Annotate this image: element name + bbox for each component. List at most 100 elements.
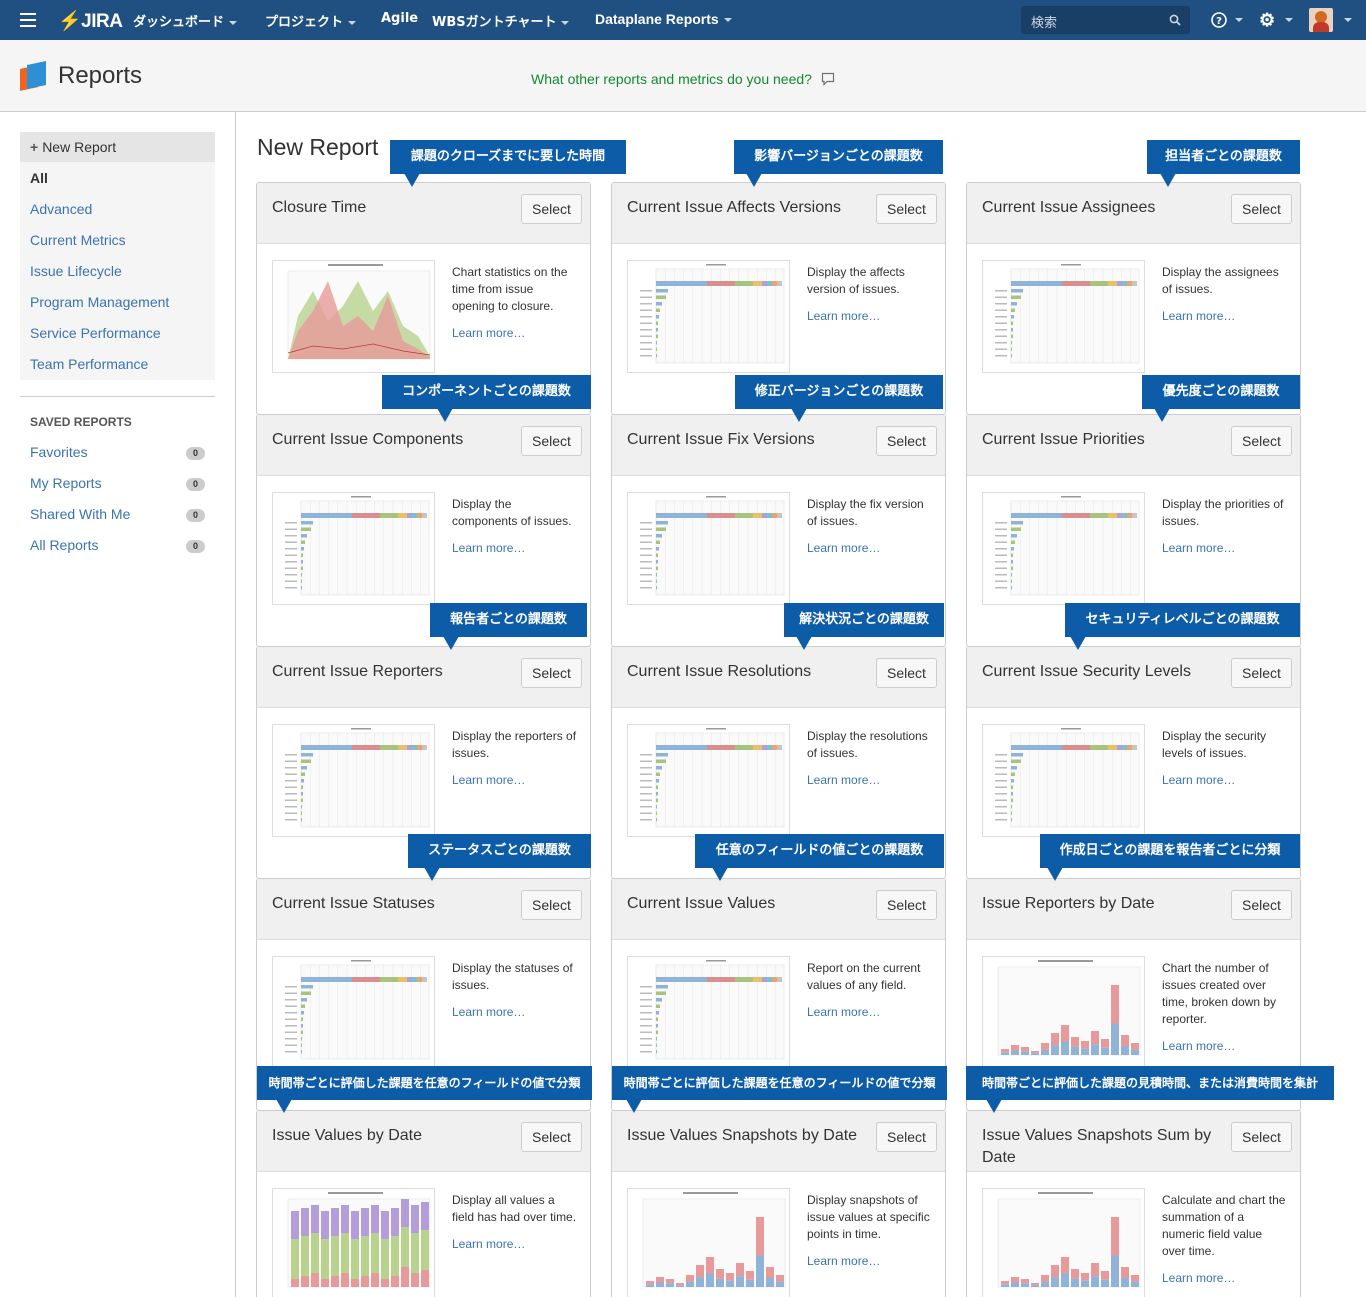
learn-more-link[interactable]: Learn more… bbox=[807, 540, 933, 557]
thumbnail-bar bbox=[1031, 1053, 1039, 1055]
select-button[interactable]: Select bbox=[1231, 890, 1292, 920]
jira-logo[interactable]: ⚡JIRA bbox=[58, 9, 123, 33]
sidebar-item-favorites[interactable]: Favorites bbox=[30, 444, 88, 460]
sidebar-item-issue-lifecycle[interactable]: Issue Lifecycle bbox=[30, 263, 122, 279]
thumbnail-tick-label bbox=[285, 561, 297, 563]
thumbnail-bar bbox=[1011, 759, 1021, 763]
thumbnail-bar-segment bbox=[412, 977, 417, 982]
select-button[interactable]: Select bbox=[521, 658, 582, 688]
sidebar-item-program-management[interactable]: Program Management bbox=[30, 294, 169, 310]
chevron-down-icon bbox=[723, 18, 732, 23]
select-button[interactable]: Select bbox=[876, 426, 937, 456]
select-button[interactable]: Select bbox=[521, 194, 582, 224]
select-button[interactable]: Select bbox=[521, 426, 582, 456]
nav-dataplane-reports[interactable]: Dataplane Reports bbox=[595, 11, 732, 27]
thumbnail-bar bbox=[646, 1284, 654, 1287]
thumbnail-tick-label bbox=[640, 535, 652, 537]
learn-more-link[interactable]: Learn more… bbox=[1162, 308, 1288, 325]
thumbnail-tick-label bbox=[640, 760, 652, 762]
select-button[interactable]: Select bbox=[876, 890, 937, 920]
nav-projects[interactable]: プロジェクト bbox=[265, 11, 357, 30]
learn-more-link[interactable]: Learn more… bbox=[1162, 540, 1288, 557]
annotation-callout: 修正バージョンごとの課題数 bbox=[735, 375, 943, 422]
thumbnail-tick-label bbox=[995, 348, 1007, 350]
thumbnail-bar bbox=[656, 1024, 658, 1028]
thumbnail-bar bbox=[1081, 1041, 1089, 1049]
sidebar-item-my-reports[interactable]: My Reports bbox=[30, 475, 102, 491]
select-button[interactable]: Select bbox=[1231, 1122, 1292, 1152]
learn-more-link[interactable]: Learn more… bbox=[452, 1004, 578, 1021]
thumbnail-chart bbox=[273, 1189, 434, 1297]
thumbnail-bar-segment bbox=[767, 513, 772, 518]
thumbnail-tick-label bbox=[285, 1044, 297, 1046]
learn-more-link[interactable]: Learn more… bbox=[807, 1253, 933, 1270]
report-thumbnail bbox=[982, 724, 1145, 837]
select-button[interactable]: Select bbox=[1231, 658, 1292, 688]
thumbnail-tick-label bbox=[640, 580, 652, 582]
thumbnail-bar-segment bbox=[656, 513, 673, 518]
new-report-item[interactable]: + New Report bbox=[20, 132, 215, 162]
sidebar-item-service-performance[interactable]: Service Performance bbox=[30, 325, 161, 341]
select-button[interactable]: Select bbox=[876, 658, 937, 688]
description-text: Display all values a field has had over … bbox=[452, 1193, 577, 1224]
thumbnail-bar-segment bbox=[318, 513, 335, 518]
thumbnail-bar bbox=[301, 553, 303, 557]
sidebar-item-all[interactable]: All bbox=[30, 170, 48, 186]
thumbnail-bar bbox=[656, 985, 668, 989]
learn-more-link[interactable]: Learn more… bbox=[1162, 1270, 1288, 1287]
nav-agile[interactable]: Agile bbox=[381, 11, 418, 26]
thumbnail-bar bbox=[371, 1233, 379, 1273]
learn-more-link[interactable]: Learn more… bbox=[452, 540, 578, 557]
thumbnail-bar bbox=[1011, 772, 1015, 776]
annotation-text: セキュリティレベルごとの課題数 bbox=[1085, 612, 1280, 627]
thumbnail-bar bbox=[1011, 321, 1013, 325]
user-menu[interactable] bbox=[1309, 8, 1352, 32]
sidebar-item-all-reports[interactable]: All Reports bbox=[30, 537, 98, 553]
nav-dashboards[interactable]: ダッシュボード bbox=[133, 11, 238, 30]
sidebar-item-shared-with-me[interactable]: Shared With Me bbox=[30, 506, 130, 522]
select-button[interactable]: Select bbox=[1231, 194, 1292, 224]
thumbnail-bar bbox=[301, 779, 304, 783]
menu-icon[interactable] bbox=[20, 13, 36, 27]
learn-more-link[interactable]: Learn more… bbox=[807, 1004, 933, 1021]
thumbnail-bar-segment bbox=[1122, 745, 1127, 750]
help-menu[interactable]: ? bbox=[1210, 11, 1244, 29]
thumbnail-tick-label bbox=[640, 754, 652, 756]
thumbnail-bar bbox=[381, 1279, 389, 1287]
thumbnail-bar-segment bbox=[707, 281, 721, 286]
settings-menu[interactable]: ⚙ bbox=[1259, 11, 1293, 29]
sidebar-item-team-performance[interactable]: Team Performance bbox=[30, 356, 148, 372]
learn-more-link[interactable]: Learn more… bbox=[807, 772, 933, 789]
select-button[interactable]: Select bbox=[876, 1122, 937, 1152]
report-card[interactable]: Issue Values Snapshots by Date Select Disp… bbox=[611, 1110, 946, 1297]
select-button[interactable]: Select bbox=[1231, 426, 1292, 456]
select-button[interactable]: Select bbox=[876, 194, 937, 224]
learn-more-link[interactable]: Learn more… bbox=[452, 1236, 578, 1253]
select-button[interactable]: Select bbox=[521, 890, 582, 920]
nav-wbs-gantt[interactable]: WBSガントチャート bbox=[432, 11, 570, 30]
thumbnail-bar-segment bbox=[412, 745, 417, 750]
select-button[interactable]: Select bbox=[521, 1122, 582, 1152]
thumbnail-tick-label bbox=[995, 819, 1007, 821]
gear-icon: ⚙ bbox=[1259, 10, 1276, 30]
thumbnail-bar-segment bbox=[753, 281, 762, 286]
annotation-callout: 報告者ごとの課題数 bbox=[430, 603, 587, 650]
feedback-link[interactable]: What other reports and metrics do you ne… bbox=[531, 71, 835, 87]
learn-more-link[interactable]: Learn more… bbox=[807, 308, 933, 325]
thumbnail-chart bbox=[628, 1189, 789, 1297]
report-card[interactable]: Issue Values by Date Select Display all va… bbox=[256, 1110, 591, 1297]
sidebar-item-advanced[interactable]: Advanced bbox=[30, 201, 92, 217]
thumbnail-bar-segment bbox=[1011, 745, 1028, 750]
search-input[interactable]: 検索 bbox=[1021, 6, 1190, 34]
learn-more-link[interactable]: Learn more… bbox=[1162, 1038, 1288, 1055]
thumbnail-tick-label bbox=[640, 554, 652, 556]
thumbnail-bar-segment bbox=[380, 745, 389, 750]
thumbnail-bar-segment bbox=[1011, 281, 1028, 286]
thumbnail-tick-label bbox=[995, 561, 1007, 563]
learn-more-link[interactable]: Learn more… bbox=[452, 772, 578, 789]
sidebar-item-current-metrics[interactable]: Current Metrics bbox=[30, 232, 126, 248]
report-card[interactable]: Issue Values Snapshots Sum by Date Select… bbox=[966, 1110, 1301, 1297]
learn-more-link[interactable]: Learn more… bbox=[1162, 772, 1288, 789]
report-card-header: Current Issue Statuses Select bbox=[257, 879, 590, 940]
learn-more-link[interactable]: Learn more… bbox=[452, 325, 578, 342]
